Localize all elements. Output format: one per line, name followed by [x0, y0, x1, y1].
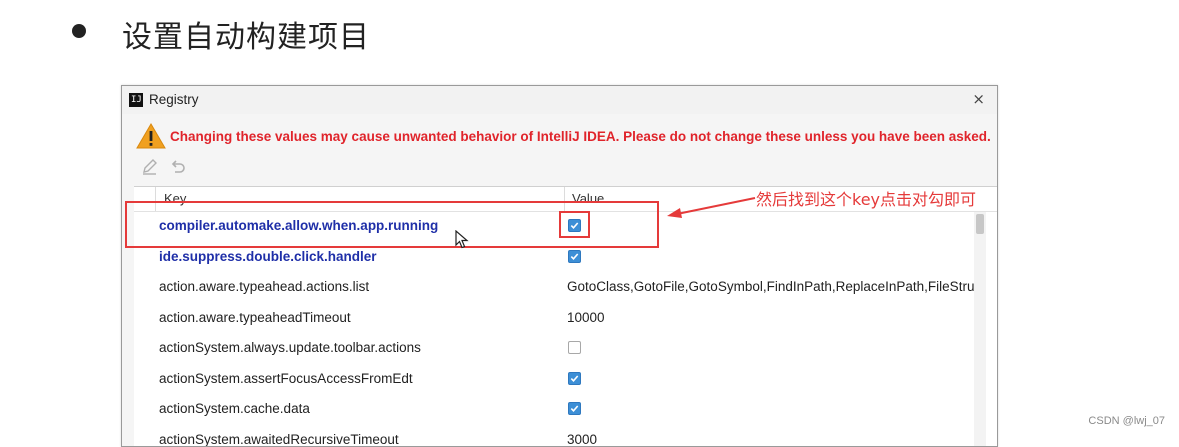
slide-title: 设置自动构建项目 — [122, 12, 370, 56]
slide-bullet — [72, 24, 86, 38]
checkmark-icon — [570, 374, 579, 383]
table-row[interactable]: actionSystem.assertFocusAccessFromEdt — [134, 365, 974, 395]
close-button[interactable]: × — [972, 90, 985, 108]
row-key: actionSystem.assertFocusAccessFromEdt — [159, 371, 413, 386]
checkmark-icon — [570, 252, 579, 261]
registry-dialog: IJ Registry × Changing these values may … — [121, 85, 998, 447]
table-row[interactable]: actionSystem.always.update.toolbar.actio… — [134, 334, 974, 364]
row-value[interactable]: 3000 — [567, 432, 974, 447]
table-row[interactable]: action.aware.typeahead.actions.list GotoC… — [134, 273, 974, 303]
row-value[interactable]: 10000 — [567, 310, 974, 325]
edit-icon[interactable] — [141, 158, 159, 176]
row-key: action.aware.typeaheadTimeout — [159, 310, 351, 325]
vertical-scrollbar[interactable] — [974, 212, 986, 447]
value-checkbox[interactable] — [568, 372, 581, 385]
row-value[interactable]: GotoClass,GotoFile,GotoSymbol,FindInPath… — [567, 279, 974, 294]
table-row[interactable]: actionSystem.awaitedRecursiveTimeout 3000 — [134, 426, 974, 447]
checkmark-icon — [570, 404, 579, 413]
annotation-text: 然后找到这个key点击对勾即可 — [756, 186, 976, 210]
table-row[interactable]: action.aware.typeaheadTimeout 10000 — [134, 304, 974, 334]
scrollbar-thumb[interactable] — [976, 214, 984, 234]
value-checkbox[interactable] — [568, 341, 581, 354]
row-key: ide.suppress.double.click.handler — [159, 249, 377, 264]
dialog-title: Registry — [149, 92, 199, 107]
table-row[interactable]: actionSystem.cache.data — [134, 395, 974, 425]
watermark: CSDN @lwj_07 — [1088, 415, 1165, 427]
warning-text: Changing these values may cause unwanted… — [170, 129, 991, 144]
row-key: actionSystem.cache.data — [159, 401, 310, 416]
value-checkbox[interactable] — [568, 250, 581, 263]
mouse-cursor-icon — [455, 230, 469, 250]
row-key: action.aware.typeahead.actions.list — [159, 279, 369, 294]
intellij-app-icon: IJ — [129, 93, 143, 107]
annotation-arrow-icon — [665, 188, 757, 228]
revert-icon[interactable] — [169, 158, 187, 176]
value-checkbox[interactable] — [568, 402, 581, 415]
dialog-titlebar: IJ Registry × — [122, 86, 997, 114]
highlight-box-checkbox — [559, 211, 590, 238]
row-key: actionSystem.awaitedRecursiveTimeout — [159, 432, 399, 447]
warning-icon — [136, 122, 166, 150]
row-key: actionSystem.always.update.toolbar.actio… — [159, 340, 421, 355]
